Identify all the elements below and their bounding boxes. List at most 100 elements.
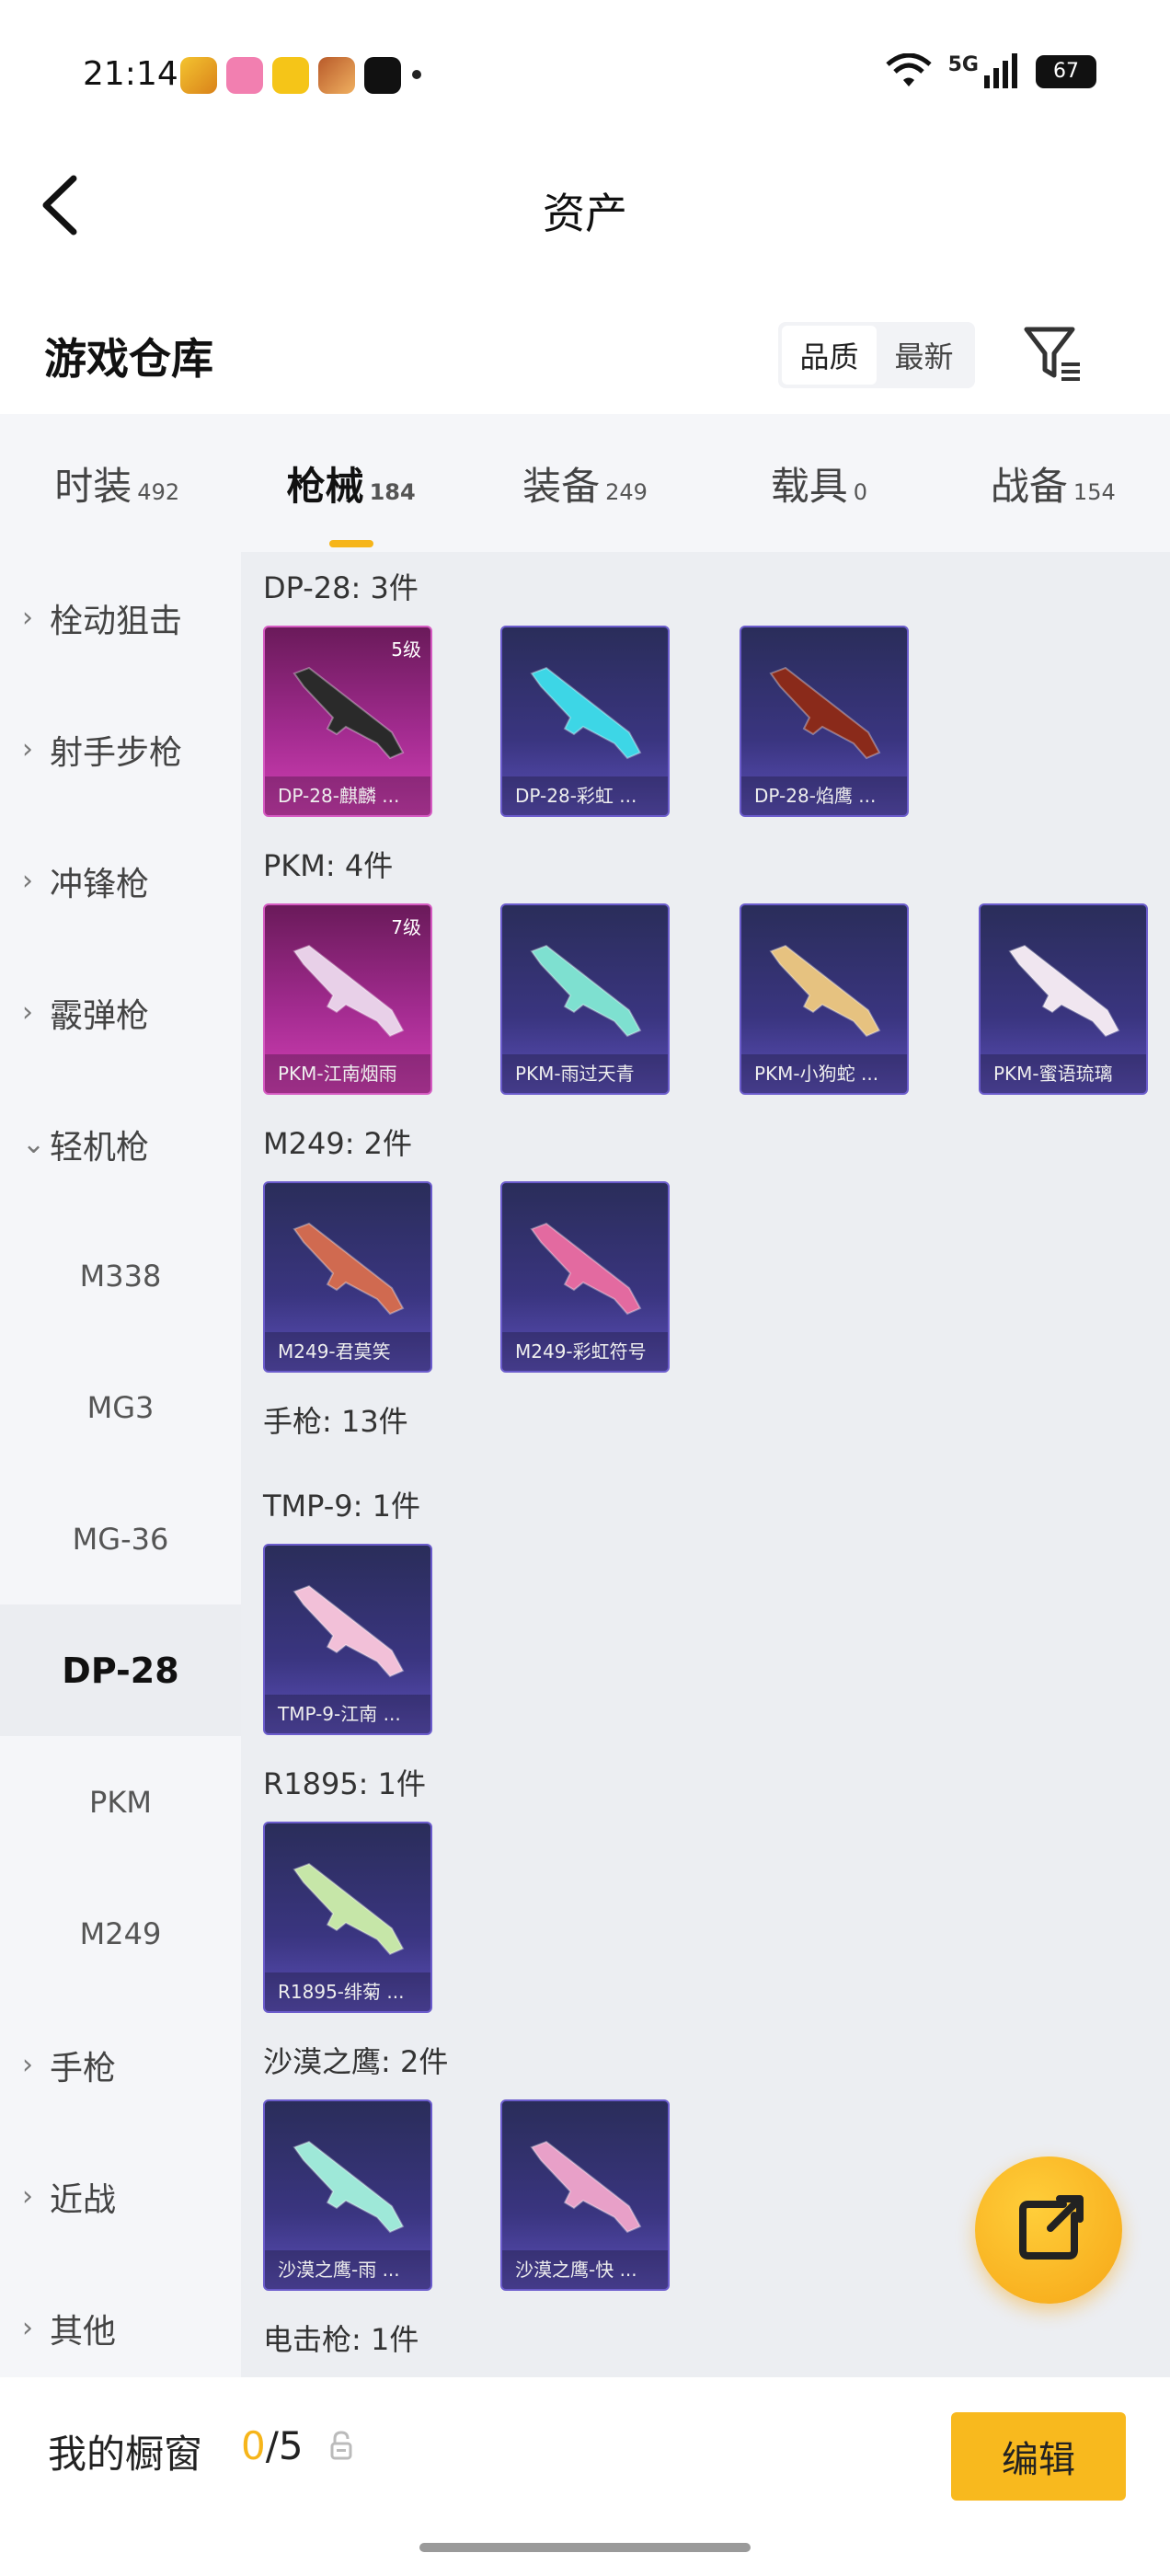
tab-supplies[interactable]: 战备 154 <box>936 455 1170 512</box>
status-time: 21:14 <box>83 55 178 93</box>
share-button[interactable] <box>975 2156 1122 2304</box>
weapon-name: PKM-蜜语琉璃 <box>981 1054 1146 1093</box>
chevron-right-icon: › <box>22 865 33 897</box>
weapon-name: M249-君莫笑 <box>265 1332 430 1371</box>
tab-guns[interactable]: 枪械 184 <box>234 455 467 512</box>
weapon-card[interactable]: 沙漠之鹰-雨 ... <box>263 2099 432 2291</box>
showcase-label: 我的橱窗 <box>48 2432 203 2477</box>
sidebar-item[interactable]: M249 <box>0 1868 241 1999</box>
category-sidebar: › 栓动狙击 › 射手步枪 › 冲锋枪 › 霰弹枪 ⌄ 轻机枪 M338 MG3 MG-36 DP-28 P… <box>0 552 241 2377</box>
tab-count: 184 <box>369 478 416 505</box>
tab-count: 492 <box>137 478 180 505</box>
chevron-right-icon: › <box>22 733 33 765</box>
sidebar-item[interactable]: › 栓动狙击 <box>0 552 241 684</box>
gun-skin-icon <box>769 944 881 1038</box>
sidebar-item-label: M249 <box>79 1915 162 1951</box>
weapon-card[interactable]: 沙漠之鹰-快 ... <box>500 2099 670 2291</box>
edit-button[interactable]: 编辑 <box>951 2412 1126 2501</box>
group-label: R1895: 1件 <box>263 1766 426 1801</box>
chevron-right-icon: › <box>22 996 33 1029</box>
wifi-icon <box>885 53 932 86</box>
sidebar-item[interactable]: ⌄ 轻机枪 <box>0 1078 241 1210</box>
sidebar-item[interactable]: › 手枪 <box>0 1999 241 2131</box>
tab-label: 战备 <box>990 463 1068 509</box>
weapon-card[interactable]: PKM-雨过天青 <box>500 903 670 1095</box>
weapon-name: 沙漠之鹰-快 ... <box>502 2250 668 2289</box>
gun-skin-icon <box>292 944 405 1038</box>
weapon-name: R1895-绯菊 ... <box>265 1972 430 2011</box>
group-label: 电击枪: 1件 <box>263 2322 419 2357</box>
weapon-card[interactable]: DP-28-焰鹰 ... <box>740 626 909 817</box>
tab-label: 载具 <box>770 463 848 509</box>
gun-skin-icon <box>530 944 642 1038</box>
notification-icons <box>180 57 401 94</box>
sidebar-item-label: 栓动狙击 <box>50 602 183 640</box>
weapon-card[interactable]: M249-彩虹符号 <box>500 1181 670 1373</box>
showcase-current: 0 <box>241 2423 266 2468</box>
tab-equipment[interactable]: 装备 249 <box>468 455 702 512</box>
tiktok-app-icon <box>364 57 401 94</box>
sidebar-item[interactable]: MG-36 <box>0 1473 241 1604</box>
sidebar-item-label: 轻机枪 <box>50 1128 150 1167</box>
sidebar-item[interactable]: DP-28 <box>0 1604 241 1736</box>
weapon-card[interactable]: 7级 PKM-江南烟雨 <box>263 903 432 1095</box>
game-app-icon <box>180 57 217 94</box>
sidebar-item[interactable]: › 霰弹枪 <box>0 947 241 1078</box>
sidebar-item-label: 霰弹枪 <box>50 996 150 1035</box>
avatar-app-icon <box>318 57 355 94</box>
system-icons: 5G 67 <box>885 53 1096 90</box>
weapon-card[interactable]: R1895-绯菊 ... <box>263 1822 432 2013</box>
weapon-name: DP-28-麒麟 ... <box>265 776 430 815</box>
page-title: 资产 <box>543 189 627 238</box>
sidebar-item-label: MG-36 <box>72 1521 169 1557</box>
tab-count: 249 <box>605 478 648 505</box>
sort-quality-button[interactable]: 品质 <box>782 326 877 385</box>
item-grid: DP-28: 3件 5级 DP-28-麒麟 ... DP-28-彩虹 ... DP-28… <box>241 552 1170 2377</box>
network-label: 5G <box>947 53 979 76</box>
sort-latest-button[interactable]: 最新 <box>877 326 971 385</box>
sidebar-item[interactable]: PKM <box>0 1736 241 1868</box>
warehouse-title: 游戏仓库 <box>44 334 213 384</box>
gun-skin-icon <box>292 2140 405 2234</box>
weapon-card[interactable]: DP-28-彩虹 ... <box>500 626 670 817</box>
weapon-name: PKM-江南烟雨 <box>265 1054 430 1093</box>
sidebar-item[interactable]: › 射手步枪 <box>0 684 241 815</box>
weapon-card[interactable]: TMP-9-江南 ... <box>263 1544 432 1735</box>
sidebar-item-label: 其他 <box>50 2312 117 2351</box>
tab-count: 154 <box>1072 478 1116 505</box>
group-label: TMP-9: 1件 <box>263 1489 420 1524</box>
sidebar-item[interactable]: › 其他 <box>0 2262 241 2394</box>
home-indicator[interactable] <box>419 2543 751 2552</box>
tab-fashion[interactable]: 时装 492 <box>0 455 234 512</box>
weapon-card[interactable]: PKM-蜜语琉璃 <box>979 903 1148 1095</box>
category-tabs: 时装 492 枪械 184 装备 249 载具 0 战备 154 <box>0 414 1170 552</box>
weapon-card[interactable]: M249-君莫笑 <box>263 1181 432 1373</box>
weapon-card[interactable]: 5级 DP-28-麒麟 ... <box>263 626 432 817</box>
showcase-total: /5 <box>265 2423 304 2468</box>
tab-label: 装备 <box>522 463 601 509</box>
lock-icon <box>330 2431 352 2460</box>
sidebar-item-label: DP-28 <box>62 1650 179 1691</box>
battery-icon: 67 <box>1036 55 1096 88</box>
tab-vehicles[interactable]: 载具 0 <box>702 455 935 512</box>
tab-label: 枪械 <box>286 463 364 509</box>
section-header: 游戏仓库 品质 最新 <box>0 304 1170 414</box>
group-label: PKM: 4件 <box>263 848 394 883</box>
sidebar-item[interactable]: MG3 <box>0 1341 241 1473</box>
main-body: › 栓动狙击 › 射手步枪 › 冲锋枪 › 霰弹枪 ⌄ 轻机枪 M338 MG3 MG-36 DP-28 P… <box>0 552 1170 2377</box>
sidebar-item[interactable]: › 冲锋枪 <box>0 815 241 947</box>
filter-icon[interactable] <box>1021 322 1085 386</box>
group-label: M249: 2件 <box>263 1126 413 1161</box>
gun-skin-icon <box>292 666 405 760</box>
gun-skin-icon <box>530 2140 642 2234</box>
signal-icon <box>984 53 1017 88</box>
sidebar-item[interactable]: M338 <box>0 1210 241 1341</box>
sidebar-item[interactable]: › 近战 <box>0 2131 241 2262</box>
group-label: DP-28: 3件 <box>263 570 419 605</box>
weapon-card[interactable]: PKM-小狗蛇 ... <box>740 903 909 1095</box>
weapon-name: DP-28-焰鹰 ... <box>741 776 907 815</box>
showcase-bar: 我的橱窗 0/5 编辑 <box>0 2377 1170 2576</box>
group-label: 手枪: 13件 <box>263 1404 408 1439</box>
bilibili-app-icon <box>226 57 263 94</box>
gun-skin-icon <box>769 666 881 760</box>
